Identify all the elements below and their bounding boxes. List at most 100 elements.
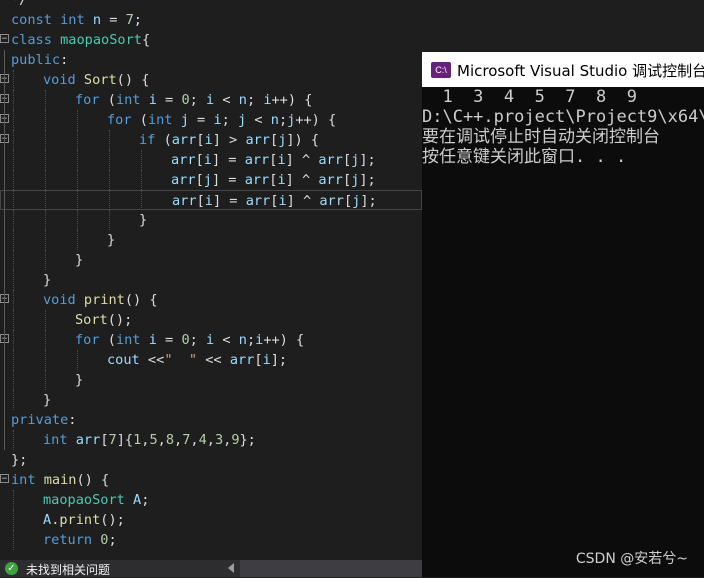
code-text: int arr[7]{1,5,8,7,4,3,9};	[43, 431, 256, 449]
code-token: ;	[246, 332, 256, 348]
code-token: arr	[318, 172, 343, 188]
code-text: }	[107, 231, 115, 249]
fold-collapse-icon[interactable]: −	[0, 34, 9, 44]
code-token: 7	[108, 432, 117, 448]
code-line[interactable]: }	[0, 370, 422, 390]
code-token: {	[141, 32, 151, 48]
scroll-left-arrow-icon[interactable]	[228, 563, 234, 573]
code-line[interactable]: };	[0, 450, 422, 470]
code-token: n	[270, 112, 279, 128]
code-line[interactable]: maopaoSort A;	[0, 490, 422, 510]
code-editor[interactable]: */const int n = 7; − class maopaoSort{publ…	[0, 0, 422, 560]
visual-studio-icon: C:\	[431, 62, 451, 78]
code-token: arr	[244, 152, 270, 168]
code-line[interactable]: A.print();	[0, 510, 422, 530]
code-line[interactable]: }	[0, 230, 422, 250]
code-token: () {	[116, 72, 150, 88]
code-token: cout	[107, 352, 140, 368]
code-line[interactable]: Sort();	[0, 310, 422, 330]
code-token: [	[196, 193, 205, 209]
code-token: i	[204, 132, 213, 148]
code-token: maopaoSort	[60, 32, 142, 48]
code-token: [	[100, 432, 109, 448]
fold-collapse-icon[interactable]: −	[0, 474, 9, 484]
code-token: ;	[278, 112, 288, 128]
code-token: };	[239, 432, 256, 448]
indent-guide	[45, 370, 46, 390]
code-text: int main() {	[11, 471, 109, 489]
code-line[interactable]: return 0;	[0, 530, 422, 550]
code-line[interactable]: arr[j] = arr[i] ^ arr[j];	[0, 170, 422, 190]
debug-console-window[interactable]: C:\ Microsoft Visual Studio 调试控制台 1 3 4 …	[422, 52, 704, 577]
code-token: ;	[108, 532, 117, 548]
code-line[interactable]: */	[0, 0, 422, 10]
indent-guide	[13, 330, 14, 350]
code-line[interactable]: − void print() {	[0, 290, 422, 310]
code-line[interactable]: }	[0, 250, 422, 270]
indent-guide	[77, 350, 78, 370]
code-line[interactable]: − void Sort() {	[0, 70, 422, 90]
code-token: ]) {	[286, 132, 320, 148]
indent-guide	[13, 150, 14, 170]
code-token: ] =	[212, 193, 246, 209]
indent-guide	[109, 130, 110, 150]
code-token: =	[101, 12, 126, 28]
code-line[interactable]: − for (int i = 0; i < n;i++) {	[0, 330, 422, 350]
indent-guide	[45, 150, 46, 170]
code-text: void print() {	[43, 291, 158, 309]
code-token: [	[195, 152, 204, 168]
horizontal-scrollbar[interactable]	[240, 560, 422, 577]
code-line[interactable]: − for (int i = 0; i < n; i++) {	[0, 90, 422, 110]
code-line[interactable]: private:	[0, 410, 422, 430]
indent-guide	[13, 390, 14, 410]
console-titlebar[interactable]: C:\ Microsoft Visual Studio 调试控制台	[422, 52, 704, 87]
code-token: ,	[206, 432, 215, 448]
code-token: n	[92, 12, 102, 28]
code-token: public	[11, 52, 61, 68]
code-line[interactable]: const int n = 7;	[0, 10, 422, 30]
code-token: for	[107, 112, 140, 128]
code-token: =	[188, 112, 214, 128]
code-token: ;	[221, 112, 238, 128]
code-line[interactable]: public:	[0, 50, 422, 70]
code-token: arr	[245, 132, 270, 148]
code-token: (	[107, 92, 116, 108]
code-token: i	[206, 332, 215, 348]
code-line[interactable]: arr[i] = arr[i] ^ arr[j];	[0, 150, 422, 170]
code-line[interactable]: − class maopaoSort{	[0, 30, 422, 50]
code-token: [	[342, 152, 352, 168]
code-line[interactable]: }	[0, 270, 422, 290]
code-text: maopaoSort A;	[43, 491, 149, 509]
indent-guide	[13, 510, 14, 530]
code-token: A	[133, 492, 142, 508]
code-token: const	[11, 12, 61, 28]
code-text: for (int i = 0; i < n;i++) {	[75, 331, 304, 349]
code-line[interactable]: }	[0, 390, 422, 410]
code-token: (	[107, 332, 116, 348]
code-token: (	[139, 112, 148, 128]
code-token: print	[59, 512, 101, 528]
code-token: <<	[197, 352, 230, 368]
indent-guide	[45, 230, 46, 250]
issues-status-text[interactable]: 未找到相关问题	[26, 561, 110, 578]
code-token: for	[75, 92, 108, 108]
indent-guide	[45, 350, 46, 370]
code-line[interactable]: arr[i] = arr[i] ^ arr[j];	[0, 190, 422, 210]
code-token: ];	[359, 172, 376, 188]
code-line[interactable]: }	[0, 210, 422, 230]
code-line[interactable]: − int main() {	[0, 470, 422, 490]
code-text: private:	[11, 411, 76, 429]
code-line[interactable]: int arr[7]{1,5,8,7,4,3,9};	[0, 430, 422, 450]
code-line[interactable]: cout <<" " << arr[i];	[0, 350, 422, 370]
code-line[interactable]: − if (arr[i] > arr[j]) {	[0, 130, 422, 150]
code-token: i	[203, 152, 212, 168]
code-token: int	[60, 12, 93, 28]
code-line[interactable]: − for (int j = i; j < n;j++) {	[0, 110, 422, 130]
code-token: ] >	[212, 132, 246, 148]
code-token: ,	[190, 432, 199, 448]
code-token: i	[277, 152, 286, 168]
console-line: D:\C++.project\Project9\x64\De	[422, 107, 704, 127]
code-token: [	[254, 352, 263, 368]
code-token: int	[11, 472, 44, 488]
code-token: ]{	[116, 432, 134, 448]
